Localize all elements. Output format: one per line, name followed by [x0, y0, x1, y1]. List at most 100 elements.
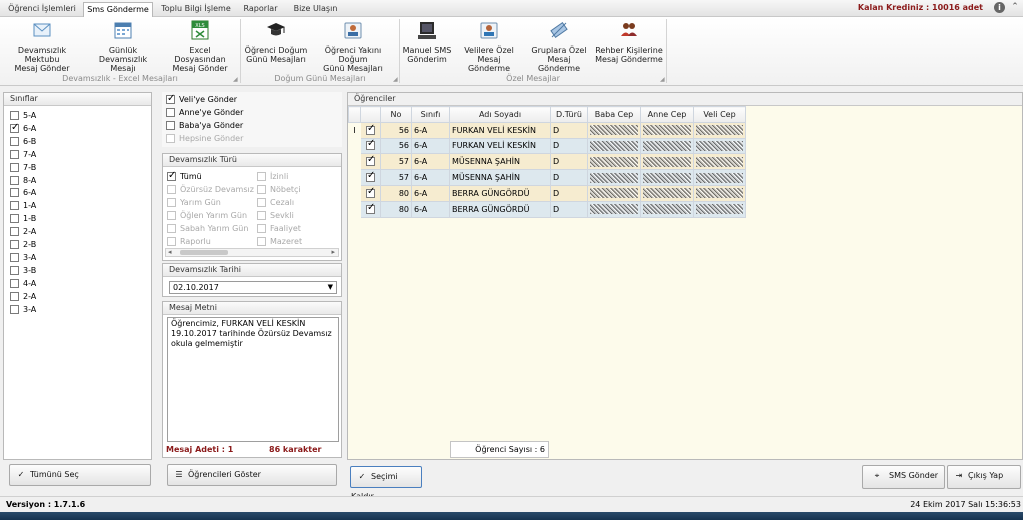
checkbox[interactable]: [257, 172, 266, 181]
column-header[interactable]: D.Türü: [550, 106, 588, 123]
class-item[interactable]: 3-A: [10, 251, 36, 264]
collapse-ribbon-icon[interactable]: ⌃: [1010, 3, 1020, 13]
checkbox[interactable]: [166, 92, 175, 105]
sms-send-button[interactable]: ⌖ SMS Gönder: [862, 465, 945, 489]
checkbox[interactable]: [10, 162, 19, 172]
velilere-ozel-button[interactable]: Velilere Özel Mesaj Gönderme: [456, 19, 522, 73]
checkbox[interactable]: [10, 149, 19, 159]
checkbox[interactable]: [257, 184, 266, 194]
checkbox[interactable]: [10, 265, 19, 275]
tab-raporlar[interactable]: Raporlar: [238, 2, 283, 17]
checkbox[interactable]: [167, 184, 176, 194]
scroll-left-icon[interactable]: ◂: [168, 248, 172, 256]
column-header[interactable]: Sınıfı: [411, 106, 450, 123]
class-item[interactable]: 8-A: [10, 174, 36, 187]
select-column-header[interactable]: [360, 106, 381, 123]
info-icon[interactable]: i: [994, 2, 1005, 13]
checkbox[interactable]: [166, 121, 175, 130]
column-header[interactable]: Anne Cep: [640, 106, 694, 123]
dialog-launcher-icon[interactable]: ◢: [660, 76, 665, 83]
absence-date-picker[interactable]: 02.10.2017 ▼: [169, 281, 337, 294]
rehber-kisilerine-button[interactable]: Rehber Kişilerine Mesaj Gönderme: [594, 19, 664, 64]
checkbox[interactable]: [167, 223, 176, 233]
class-item[interactable]: 7-A: [10, 148, 36, 161]
column-header[interactable]: Baba Cep: [587, 106, 641, 123]
table-row[interactable]: 576-AMÜSENNA ŞAHİND: [348, 153, 746, 171]
dropdown-arrow-icon[interactable]: ▼: [328, 282, 333, 293]
message-textarea[interactable]: Öğrencimiz, FURKAN VELİ KESKİN 19.10.201…: [167, 317, 339, 442]
column-header[interactable]: Veli Cep: [693, 106, 746, 123]
recipient-option[interactable]: Baba'ya Gönder: [166, 119, 243, 132]
checkbox[interactable]: [10, 304, 19, 314]
horizontal-scrollbar[interactable]: ◂ ▸: [165, 248, 339, 257]
tab-toplu-bilgi-isleme[interactable]: Toplu Bilgi İşleme: [157, 2, 235, 17]
clear-selection-button[interactable]: ✓Seçimi Kaldır: [350, 466, 422, 501]
checkbox[interactable]: [257, 223, 266, 233]
class-item[interactable]: 3-A: [10, 303, 36, 316]
row-select-cell[interactable]: [360, 121, 381, 139]
exit-button[interactable]: ⇥ Çıkış Yap: [947, 465, 1021, 489]
row-select-cell[interactable]: [360, 169, 381, 186]
gruplara-ozel-button[interactable]: Gruplara Özel Mesaj Gönderme: [526, 19, 592, 73]
tab-bize-ulasin[interactable]: Bize Ulaşın: [288, 2, 343, 17]
table-row[interactable]: 806-ABERRA GÜNGÖRDÜD: [348, 200, 746, 218]
absence-type-option[interactable]: Öğlen Yarım Gün: [167, 209, 247, 222]
scrollbar-thumb[interactable]: [180, 250, 228, 255]
checkbox[interactable]: [10, 214, 19, 224]
checkbox[interactable]: [167, 210, 176, 220]
class-item[interactable]: 4-A: [10, 277, 36, 290]
checkbox[interactable]: [257, 236, 266, 246]
checkbox[interactable]: [10, 252, 19, 262]
absence-type-option[interactable]: Faaliyet: [257, 222, 301, 235]
tab-sms-gonderme[interactable]: Sms Gönderme: [83, 2, 153, 17]
checkbox[interactable]: [167, 197, 176, 207]
checkbox[interactable]: [10, 291, 19, 301]
checkbox[interactable]: [366, 138, 375, 151]
checkbox[interactable]: [366, 186, 375, 198]
checkbox[interactable]: [166, 134, 175, 143]
absence-type-option[interactable]: Tümü: [167, 169, 202, 183]
checkbox[interactable]: [366, 123, 375, 135]
class-item[interactable]: 3-B: [10, 264, 36, 277]
checkbox[interactable]: [257, 210, 266, 220]
class-item[interactable]: 2-A: [10, 225, 36, 238]
dialog-launcher-icon[interactable]: ◢: [393, 76, 398, 83]
checkbox[interactable]: [166, 108, 175, 117]
class-item[interactable]: 6-A: [10, 121, 36, 135]
recipient-option[interactable]: Hepsine Gönder: [166, 132, 243, 145]
checkbox[interactable]: [10, 111, 19, 120]
row-select-cell[interactable]: [360, 200, 381, 218]
devamsizlik-mektubu-button[interactable]: Devamsızlık Mektubu Mesaj Gönder: [2, 19, 82, 73]
table-row[interactable]: 576-AMÜSENNA ŞAHİND: [348, 169, 746, 186]
class-item[interactable]: 2-A: [10, 290, 36, 303]
column-header[interactable]: No: [380, 106, 412, 123]
gunluk-devamsizlik-button[interactable]: Günlük Devamsızlık Mesajı: [84, 19, 162, 73]
table-row[interactable]: I 566-AFURKAN VELİ KESKİND: [348, 121, 746, 139]
absence-type-option[interactable]: Raporlu: [167, 235, 211, 248]
absence-type-option[interactable]: Cezalı: [257, 196, 294, 209]
select-all-button[interactable]: ✓ Tümünü Seç: [9, 464, 151, 486]
checkbox[interactable]: [10, 121, 19, 134]
absence-type-option[interactable]: Yarım Gün: [167, 196, 221, 209]
ogrenci-dogum-gunu-button[interactable]: Öğrenci Doğum Günü Mesajları: [244, 19, 308, 64]
recipient-option[interactable]: Anne'ye Gönder: [166, 106, 243, 119]
manuel-sms-button[interactable]: Manuel SMS Gönderim: [401, 19, 453, 64]
checkbox[interactable]: [10, 278, 19, 288]
tab-ogrenci-islemleri[interactable]: Öğrenci İşlemleri: [4, 2, 80, 17]
class-item[interactable]: 6-B: [10, 135, 36, 148]
absence-type-option[interactable]: Mazeret: [257, 235, 302, 248]
row-select-cell[interactable]: [360, 137, 381, 155]
table-row[interactable]: 566-AFURKAN VELİ KESKİND: [348, 137, 746, 155]
table-row[interactable]: 806-ABERRA GÜNGÖRDÜD: [348, 184, 746, 202]
checkbox[interactable]: [10, 136, 19, 146]
show-students-button[interactable]: ☰ Öğrencileri Göster: [167, 464, 337, 486]
checkbox[interactable]: [167, 169, 176, 182]
absence-type-option[interactable]: Özürsüz Devamsız: [167, 183, 254, 196]
class-item[interactable]: 2-B: [10, 238, 36, 251]
checkbox[interactable]: [10, 227, 19, 237]
absence-type-option[interactable]: Sevkli: [257, 209, 294, 222]
checkbox[interactable]: [10, 175, 19, 185]
class-item[interactable]: 7-B: [10, 161, 36, 174]
checkbox[interactable]: [366, 170, 375, 183]
class-item[interactable]: 6-A: [10, 186, 36, 199]
